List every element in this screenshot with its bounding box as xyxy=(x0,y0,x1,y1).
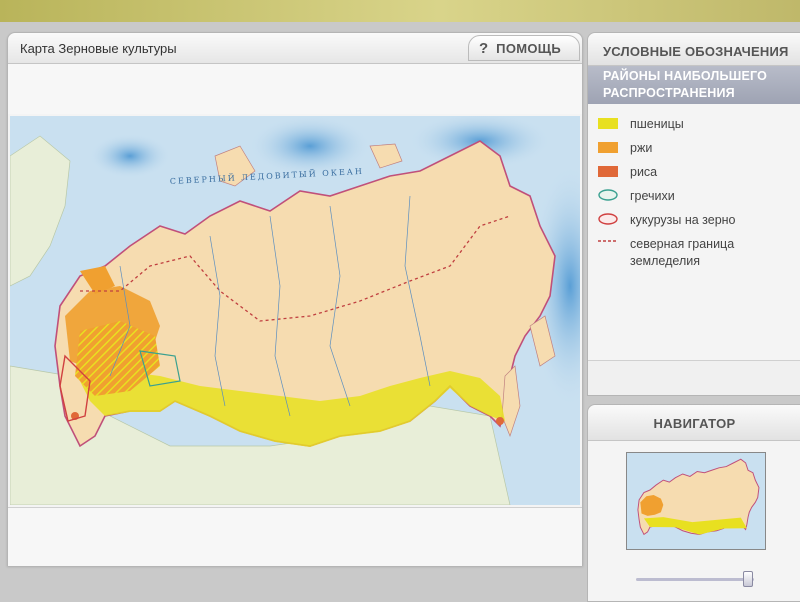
zoom-slider-handle[interactable] xyxy=(743,571,753,587)
navigator-panel: НАВИГАТОР xyxy=(587,404,800,602)
top-bar xyxy=(0,0,800,22)
zoom-slider-track[interactable] xyxy=(636,578,754,581)
map-bottom-strip xyxy=(8,507,582,566)
legend-item-buckwheat: гречихи xyxy=(598,188,675,205)
legend-label: гречихи xyxy=(630,189,675,203)
legend-item-rye: ржи xyxy=(598,140,652,157)
legend-item-wheat: пшеницы xyxy=(598,116,684,133)
legend-item-north-border: северная граница земледелия xyxy=(598,236,778,270)
navigator-thumbnail-map xyxy=(627,453,765,549)
arctic-deep-water xyxy=(90,134,170,178)
help-button-label: ПОМОЩЬ xyxy=(496,40,561,56)
rice-swatch xyxy=(598,166,618,177)
legend-item-corn: кукурузы на зерно xyxy=(598,212,736,229)
legend-label: северная граница земледелия xyxy=(630,237,735,268)
rice-zone xyxy=(496,417,504,425)
buckwheat-outline-icon xyxy=(598,189,618,201)
russia-grain-map: СЕВЕРНЫЙ ЛЕДОВИТЫЙ ОКЕАН xyxy=(10,116,580,505)
legend-panel: УСЛОВНЫЕ ОБОЗНАЧЕНИЯ РАЙОНЫ НАИБОЛЬШЕГО … xyxy=(587,32,800,396)
map-panel: Карта Зерновые культуры ? ПОМОЩЬ СЕВЕРНЫ… xyxy=(7,32,583,566)
legend-list: пшеницы ржи риса гречихи кукурузы на зер… xyxy=(588,104,800,354)
legend-subtitle: РАЙОНЫ НАИБОЛЬШЕГО РАСПРОСТРАНЕНИЯ xyxy=(588,66,800,104)
map-panel-header: Карта Зерновые культуры ? ПОМОЩЬ xyxy=(8,33,582,64)
wheat-swatch xyxy=(598,118,618,129)
map-title: Карта Зерновые культуры xyxy=(20,41,177,56)
legend-item-rice: риса xyxy=(598,164,657,181)
rye-swatch xyxy=(598,142,618,153)
legend-label: пшеницы xyxy=(630,117,684,131)
map-canvas[interactable]: СЕВЕРНЫЙ ЛЕДОВИТЫЙ ОКЕАН xyxy=(10,116,580,505)
question-mark-icon: ? xyxy=(479,39,489,57)
corn-outline-icon xyxy=(598,213,618,225)
navigator-thumbnail[interactable] xyxy=(626,452,766,550)
legend-label: ржи xyxy=(630,141,653,155)
dashed-line-icon xyxy=(598,240,618,242)
navigator-title: НАВИГАТОР xyxy=(588,405,800,441)
legend-title: УСЛОВНЫЕ ОБОЗНАЧЕНИЯ xyxy=(588,33,800,66)
legend-footer xyxy=(588,360,800,395)
legend-label: кукурузы на зерно xyxy=(630,213,736,227)
help-button[interactable]: ? ПОМОЩЬ xyxy=(468,35,580,61)
map-top-strip xyxy=(8,64,582,114)
legend-label: риса xyxy=(630,165,658,179)
